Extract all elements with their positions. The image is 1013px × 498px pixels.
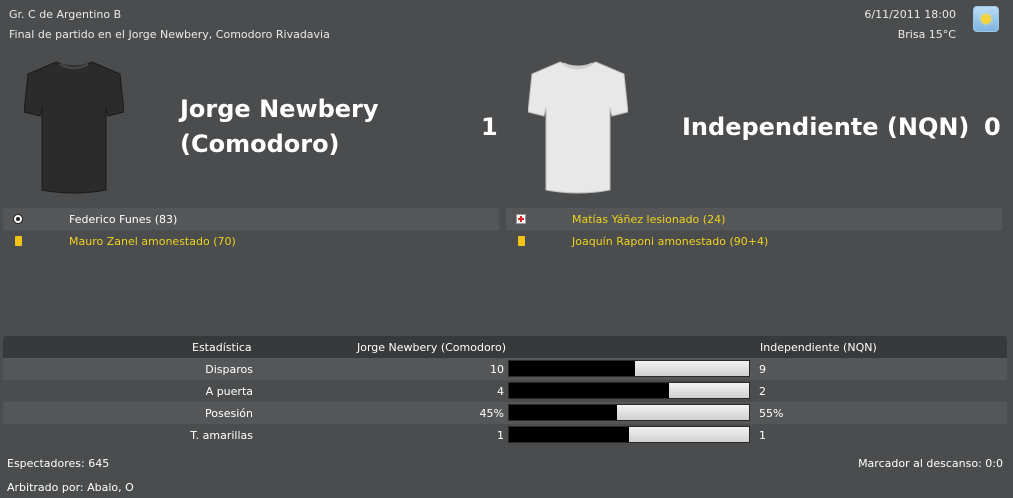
away-event-injury: Matías Yáñez lesionado (24) xyxy=(506,208,1002,230)
injury-icon xyxy=(516,214,526,224)
away-score: 0 xyxy=(984,113,1001,141)
event-text: Federico Funes (83) xyxy=(69,212,178,226)
competition-label: Gr. C de Argentino B xyxy=(9,8,122,21)
match-datetime: 6/11/2011 18:00 xyxy=(864,8,956,21)
match-status-label: Final de partido en el Jorge Newbery, Co… xyxy=(9,28,330,41)
stat-label: A puerta xyxy=(205,385,253,398)
stats-header-row: Estadística Jorge Newbery (Comodoro) Ind… xyxy=(3,336,1007,358)
away-shirt-icon xyxy=(527,60,629,201)
stat-row: Posesión 45% 55% xyxy=(3,402,1007,424)
stats-table: Estadística Jorge Newbery (Comodoro) Ind… xyxy=(3,336,1007,446)
away-events-list: Matías Yáñez lesionado (24) Joaquín Rapo… xyxy=(506,208,1002,252)
stat-bar-home-fill xyxy=(509,427,629,442)
stat-away-value: 1 xyxy=(759,429,766,442)
stat-label: T. amarillas xyxy=(190,429,253,442)
home-event-booking: Mauro Zanel amonestado (70) xyxy=(3,230,499,252)
stat-home-value: 10 xyxy=(490,363,504,376)
event-text: Joaquín Raponi amonestado (90+4) xyxy=(572,234,769,248)
stat-home-value: 1 xyxy=(497,429,504,442)
away-event-booking: Joaquín Raponi amonestado (90+4) xyxy=(506,230,1002,252)
stat-away-value: 55% xyxy=(759,407,784,420)
yellow-card-icon xyxy=(15,236,22,246)
stat-bar-home-fill xyxy=(509,405,617,420)
stat-comparison-bar xyxy=(508,382,750,399)
sun-icon xyxy=(973,6,999,32)
stat-home-value: 4 xyxy=(497,385,504,398)
home-team-name-line1: Jorge Newbery xyxy=(180,95,379,123)
stat-label: Posesión xyxy=(205,407,253,420)
stat-bar-away-fill xyxy=(629,427,749,442)
stat-comparison-bar xyxy=(508,360,750,377)
event-text: Mauro Zanel amonestado (70) xyxy=(69,234,236,248)
halftime-score-label: Marcador al descanso: 0:0 xyxy=(858,457,1003,470)
event-text: Matías Yáñez lesionado (24) xyxy=(572,212,726,226)
stat-label: Disparos xyxy=(205,363,253,376)
stat-bar-home-fill xyxy=(509,361,636,376)
stat-bar-away-fill xyxy=(617,405,749,420)
stats-header-label: Estadística xyxy=(192,341,252,354)
spectators-label: Espectadores: 645 xyxy=(7,457,110,470)
stats-home-team-label: Jorge Newbery (Comodoro) xyxy=(357,341,506,354)
stat-bar-away-fill xyxy=(635,361,749,376)
away-team-name: Independiente (NQN) xyxy=(682,113,970,141)
stat-row: A puerta 4 2 xyxy=(3,380,1007,402)
home-events-list: Federico Funes (83) Mauro Zanel amonesta… xyxy=(3,208,499,252)
home-team-name-line2: (Comodoro) xyxy=(180,130,340,158)
referee-label: Arbitrado por: Abalo, O xyxy=(7,481,134,494)
stat-row: T. amarillas 1 1 xyxy=(3,424,1007,446)
stat-comparison-bar xyxy=(508,404,750,421)
weather-label: Brisa 15°C xyxy=(897,28,956,41)
home-event-goal: Federico Funes (83) xyxy=(3,208,499,230)
stat-away-value: 9 xyxy=(759,363,766,376)
stats-away-team-label: Independiente (NQN) xyxy=(760,341,877,354)
stat-home-value: 45% xyxy=(479,407,504,420)
stat-bar-away-fill xyxy=(669,383,749,398)
stat-away-value: 2 xyxy=(759,385,766,398)
stat-comparison-bar xyxy=(508,426,750,443)
home-shirt-icon xyxy=(23,60,125,201)
home-score: 1 xyxy=(481,113,498,141)
stat-bar-home-fill xyxy=(509,383,670,398)
stat-row: Disparos 10 9 xyxy=(3,358,1007,380)
ball-icon xyxy=(13,214,23,224)
yellow-card-icon xyxy=(518,236,525,246)
